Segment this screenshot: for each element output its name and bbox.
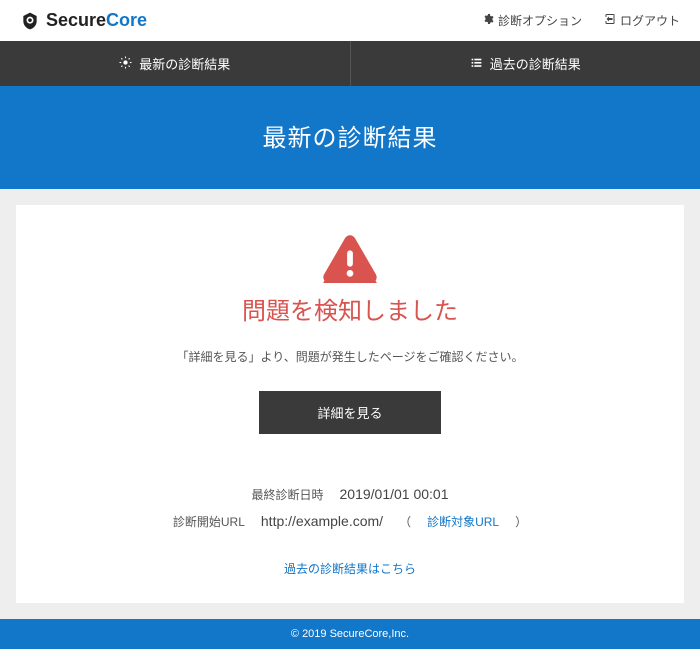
gear-icon (482, 13, 494, 28)
past-results-link[interactable]: 過去の診断結果はこちら (284, 562, 416, 576)
options-label: 診断オプション (498, 12, 582, 29)
meta-block: 最終診断日時 2019/01/01 00:01 診断開始URL http://e… (40, 486, 660, 530)
result-card: 問題を検知しました 「詳細を見る」より、問題が発生したページをご確認ください。 … (16, 205, 684, 603)
brand-logo[interactable]: SecureCore (20, 10, 147, 31)
paren-open: （ (399, 513, 411, 530)
detail-button[interactable]: 詳細を見る (259, 391, 440, 434)
status-title: 問題を検知しました (40, 291, 660, 326)
warning-icon (40, 235, 660, 283)
last-time-label: 最終診断日時 (251, 486, 323, 503)
start-url-value: http://example.com/ (261, 513, 383, 529)
status-text: 「詳細を見る」より、問題が発生したページをご確認ください。 (40, 348, 660, 365)
last-time-value: 2019/01/01 00:01 (340, 486, 449, 502)
hero: 最新の診断結果 (0, 86, 700, 189)
past-results-link-row: 過去の診断結果はこちら (40, 560, 660, 577)
page-title: 最新の診断結果 (0, 118, 700, 153)
brand-name: SecureCore (46, 10, 147, 31)
topbar: SecureCore 診断オプション ログアウト (0, 0, 700, 41)
nav-past-label: 過去の診断結果 (490, 54, 581, 73)
paren-close: ） (515, 513, 527, 530)
logout-icon (604, 13, 616, 28)
page-body: 問題を検知しました 「詳細を見る」より、問題が発生したページをご確認ください。 … (0, 189, 700, 619)
logout-label: ログアウト (620, 12, 680, 29)
brand-mark-icon (20, 11, 40, 31)
sun-icon (119, 56, 132, 72)
logout-link[interactable]: ログアウト (604, 12, 680, 29)
nav-latest-label: 最新の診断結果 (139, 54, 230, 73)
footer: © 2019 SecureCore,Inc. (0, 619, 700, 649)
start-url-label: 診断開始URL (173, 513, 245, 530)
target-url-link[interactable]: 診断対象URL (427, 513, 499, 530)
nav-latest[interactable]: 最新の診断結果 (0, 41, 350, 86)
list-icon (470, 56, 483, 72)
nav-past[interactable]: 過去の診断結果 (350, 41, 700, 86)
main-nav: 最新の診断結果 過去の診断結果 (0, 41, 700, 86)
options-link[interactable]: 診断オプション (482, 12, 582, 29)
